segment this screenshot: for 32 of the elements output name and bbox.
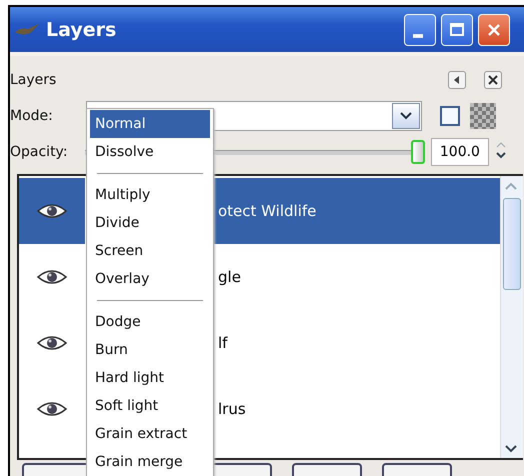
eye-icon [37,401,67,417]
menu-item[interactable]: Dodge [87,308,213,336]
menu-item[interactable]: Overlay [87,265,213,293]
opacity-field[interactable]: 100.0 [430,138,490,166]
maximize-button[interactable] [441,14,473,46]
checkerboard-icon [470,103,496,129]
tab-menu-button[interactable] [448,71,466,89]
menu-item[interactable]: Grain extract [87,420,213,448]
slider-thumb[interactable] [410,140,424,164]
eye-icon [37,335,67,351]
menu-item[interactable]: Burn [87,336,213,364]
menu-item[interactable]: Grain merge [87,448,213,476]
brush-icon [14,22,40,38]
menu-item[interactable]: Soft light [87,392,213,420]
close-panel-button[interactable] [484,71,502,89]
minimize-icon [413,34,423,38]
minimize-button[interactable] [404,14,436,46]
window-title: Layers [46,18,118,40]
mode-label: Mode: [10,108,54,124]
menu-item[interactable]: Hard light [87,364,213,392]
opacity-label: Opacity: [10,144,69,160]
eye-icon [37,203,67,219]
chevron-down-icon [399,111,413,121]
menu-item[interactable]: Dissolve [87,138,213,166]
scrollbar[interactable] [500,176,523,458]
menu-item[interactable]: Normal [90,110,210,138]
visibility-toggle[interactable] [19,178,85,244]
panel-title: Layers [10,72,56,88]
eye-icon [37,269,67,285]
close-button[interactable] [478,14,510,46]
close-icon [486,73,500,87]
lock-checkbox[interactable] [440,106,460,126]
